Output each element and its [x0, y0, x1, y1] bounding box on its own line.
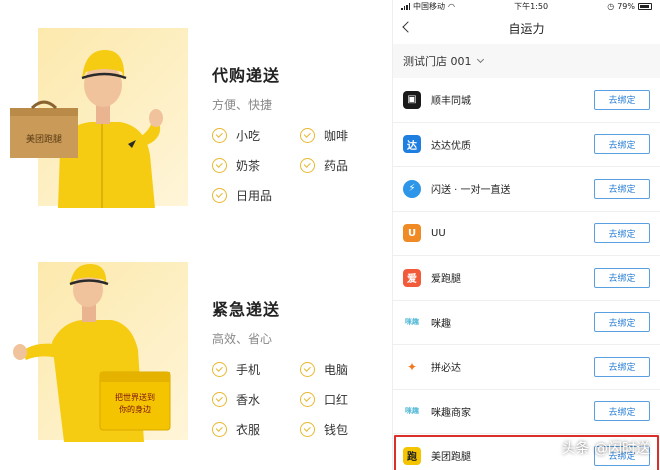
store-label: 测试门店 001: [403, 55, 472, 68]
provider-name: 达达优质: [431, 140, 471, 152]
provider-list: ▣ 顺丰同城 去绑定 达 达达优质 去绑定 ⚡ 闪送 · 一对一直送 去绑定 U…: [393, 78, 660, 470]
meituan-paotui-icon: 跑: [403, 446, 421, 465]
carrier-label: 中国移动: [413, 1, 445, 11]
dada-icon: 达: [403, 135, 421, 154]
provider-row: ▣ 顺丰同城 去绑定: [393, 78, 660, 123]
list-item: 咖啡: [300, 127, 382, 143]
item-list: 手机 电脑 香水 口红 衣服 钱包: [212, 361, 382, 437]
provider-name: 爱跑腿: [431, 274, 461, 286]
store-selector[interactable]: 测试门店 001: [393, 44, 660, 78]
provider-name: 拼必达: [431, 363, 461, 375]
list-item: 口红: [300, 391, 382, 407]
item-list: 小吃 咖啡 奶茶 药品 日用品: [212, 127, 382, 203]
screenshot: 美团跑腿 代购递送 方便、快捷 小吃 咖啡 奶茶 药品 日用品 把世界送到 你的…: [0, 0, 660, 470]
check-circle-icon: [212, 187, 227, 203]
battery-percent: 79%: [617, 1, 635, 11]
provider-row: U UU 去绑定: [393, 212, 660, 256]
alarm-icon: ◷: [607, 1, 615, 11]
chevron-down-icon: [476, 55, 484, 64]
check-circle-icon: [300, 127, 315, 143]
provider-row: 咪趣 咪趣商家 去绑定: [393, 390, 660, 434]
miqu-icon: 咪趣: [403, 313, 421, 332]
check-circle-icon: [300, 157, 315, 173]
list-item: 电脑: [300, 361, 382, 377]
nav-bar: 自运力: [393, 12, 660, 44]
check-circle-icon: [300, 421, 315, 437]
provider-name: 顺丰同城: [431, 96, 471, 108]
clock: 下午1:50: [514, 1, 549, 11]
provider-row: ✦ 拼必达 去绑定: [393, 345, 660, 390]
phone-screen: 中国移动 ◠ 下午1:50 ◷ 79% 自运力 测试门店 001 ▣ 顺丰同城 …: [392, 0, 660, 470]
battery-icon: [638, 2, 652, 10]
aipaotui-icon: 爱: [403, 268, 421, 287]
check-circle-icon: [300, 361, 315, 377]
service-section: 代购递送 方便、快捷 小吃 咖啡 奶茶 药品 日用品: [212, 62, 382, 203]
provider-name: 闪送 · 一对一直送: [431, 185, 511, 197]
provider-row: 咪趣 咪趣 去绑定: [393, 301, 660, 345]
bind-button[interactable]: 去绑定: [594, 401, 650, 422]
provider-name: 咪趣商家: [431, 407, 471, 419]
check-circle-icon: [212, 127, 227, 143]
provider-row: ⚡ 闪送 · 一对一直送 去绑定: [393, 167, 660, 212]
courier-running-illustration: 把世界送到 你的身边: [13, 264, 171, 442]
section-subtitle: 方便、快捷: [212, 98, 273, 112]
bind-button[interactable]: 去绑定: [594, 312, 650, 333]
check-circle-icon: [212, 421, 227, 437]
list-item: 奶茶: [212, 157, 300, 173]
page-title: 自运力: [508, 21, 545, 36]
list-item: 香水: [212, 391, 300, 407]
check-circle-icon: [212, 391, 227, 407]
provider-row: 达 达达优质 去绑定: [393, 123, 660, 167]
signal-icon: [401, 2, 410, 10]
check-circle-icon: [212, 361, 227, 377]
list-item: 钱包: [300, 421, 382, 437]
check-circle-icon: [300, 391, 315, 407]
courier-with-box-illustration: 美团跑腿: [10, 50, 163, 208]
list-item: 小吃: [212, 127, 300, 143]
pinbida-icon: ✦: [403, 357, 421, 376]
uu-icon: U: [403, 224, 421, 243]
service-section: 紧急递送 高效、省心 手机 电脑 香水 口红 衣服 钱包: [212, 296, 382, 437]
list-item: 药品: [300, 157, 382, 173]
bind-button[interactable]: 去绑定: [594, 223, 650, 244]
back-chevron-icon[interactable]: [401, 20, 415, 34]
bind-button[interactable]: 去绑定: [594, 89, 650, 110]
section-subtitle: 高效、省心: [212, 332, 273, 346]
bind-button[interactable]: 去绑定: [594, 134, 650, 155]
provider-row: 爱 爱跑腿 去绑定: [393, 256, 660, 301]
bind-button[interactable]: 去绑定: [594, 356, 650, 377]
miqu-merchant-icon: 咪趣: [403, 402, 421, 421]
list-item: 手机: [212, 361, 300, 377]
shansong-icon: ⚡: [403, 179, 421, 198]
sf-icon: ▣: [403, 90, 421, 109]
svg-text:你的身边: 你的身边: [119, 404, 151, 414]
bind-button[interactable]: 去绑定: [594, 178, 650, 199]
watermark: 头条 @闪时送: [561, 441, 650, 457]
provider-name: 咪趣: [431, 318, 451, 330]
status-bar: 中国移动 ◠ 下午1:50 ◷ 79%: [393, 0, 660, 12]
svg-text:把世界送到: 把世界送到: [115, 392, 155, 402]
list-item: 衣服: [212, 421, 300, 437]
promo-panel: 美团跑腿 代购递送 方便、快捷 小吃 咖啡 奶茶 药品 日用品 把世界送到 你的…: [0, 0, 392, 470]
section-title: 代购递送: [212, 66, 281, 85]
provider-name: UU: [431, 227, 446, 239]
check-circle-icon: [212, 157, 227, 173]
section-title: 紧急递送: [212, 300, 281, 319]
bind-button[interactable]: 去绑定: [594, 267, 650, 288]
list-item: 日用品: [212, 187, 300, 203]
svg-text:美团跑腿: 美团跑腿: [26, 133, 62, 145]
wifi-icon: ◠: [448, 1, 455, 11]
